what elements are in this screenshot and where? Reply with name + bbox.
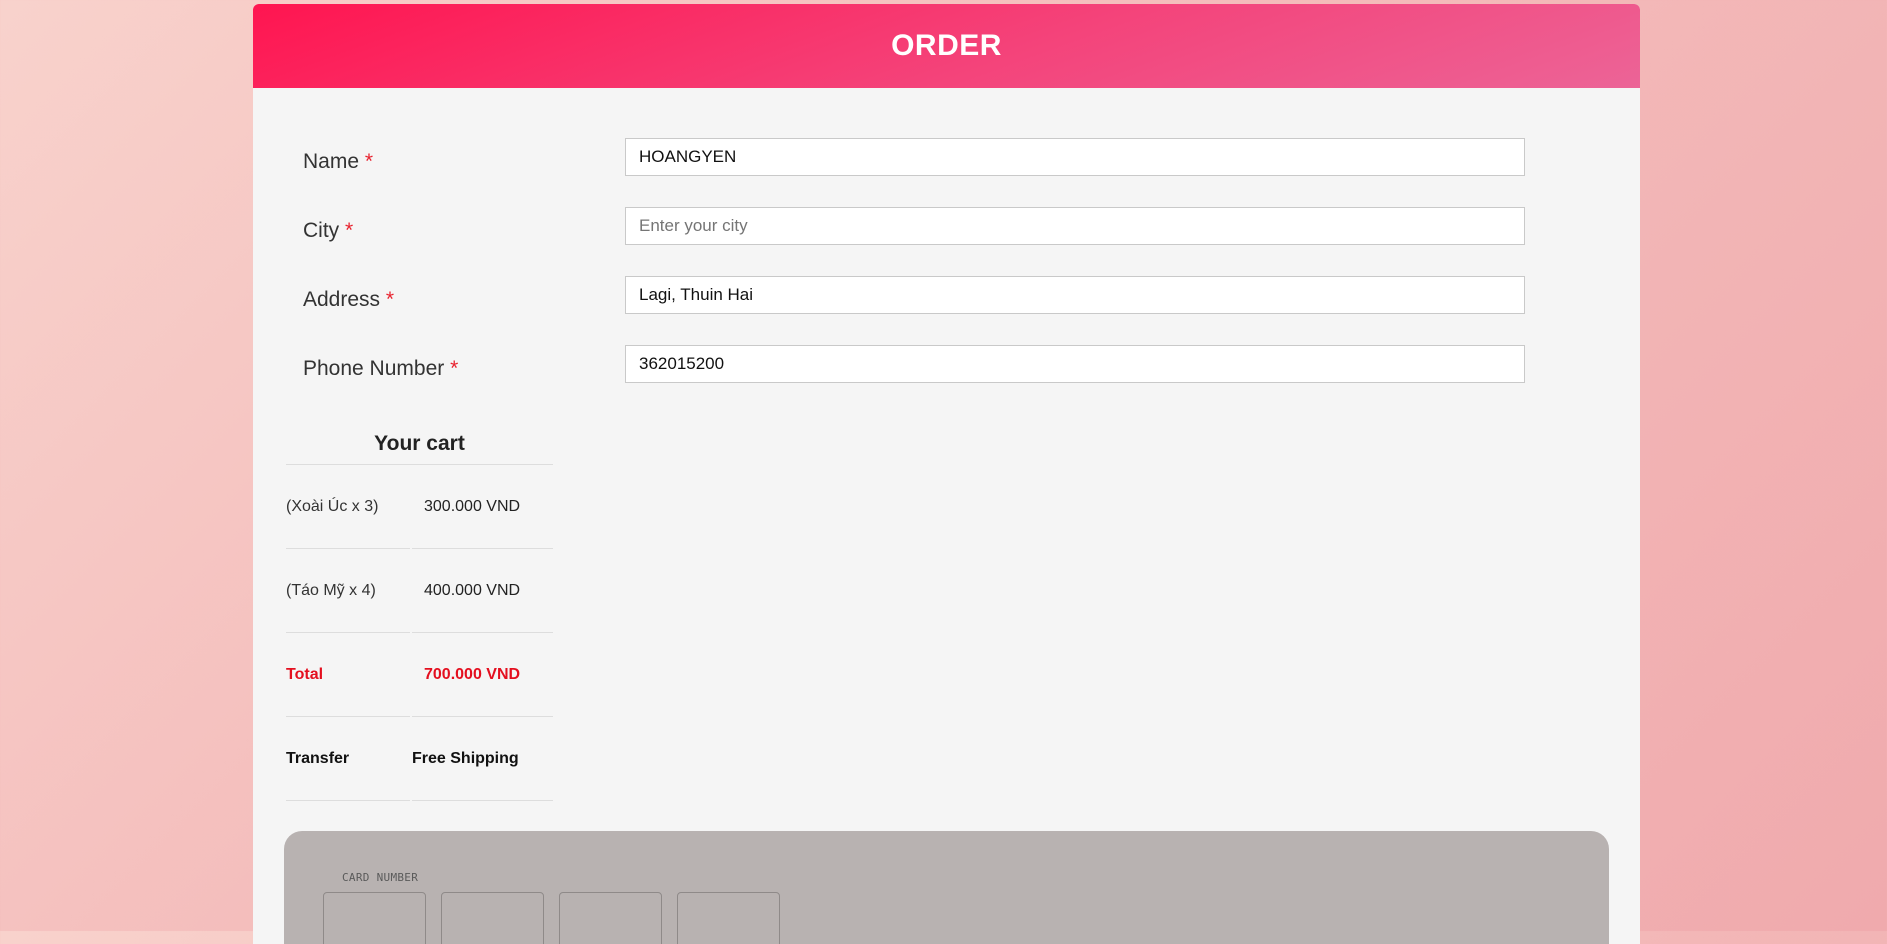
required-mark: * bbox=[364, 150, 374, 173]
city-input[interactable] bbox=[625, 207, 1525, 245]
required-mark: * bbox=[345, 219, 354, 242]
cart-item-row: (Xoài Úc x 3) 300.000 VND bbox=[286, 465, 553, 549]
card-number-field-3[interactable] bbox=[559, 892, 662, 944]
city-row: City * bbox=[253, 207, 1640, 247]
cart-shipping-row: Transfer Free Shipping bbox=[286, 717, 553, 801]
card-number-field-2[interactable] bbox=[441, 892, 544, 944]
cart-total-label: Total bbox=[286, 633, 410, 717]
phone-input[interactable] bbox=[625, 345, 1525, 383]
cart-item-price: 400.000 VND bbox=[412, 549, 553, 633]
card-number-label: CARD NUMBER bbox=[342, 871, 419, 884]
required-mark: * bbox=[450, 357, 459, 380]
address-input[interactable] bbox=[625, 276, 1525, 314]
card-number-field-4[interactable] bbox=[677, 892, 780, 944]
phone-label: Phone Number * bbox=[303, 357, 459, 380]
city-label: City * bbox=[303, 219, 354, 242]
cart-table: Your cart (Xoài Úc x 3) 300.000 VND (Táo… bbox=[286, 424, 553, 801]
cart-item-row: (Táo Mỹ x 4) 400.000 VND bbox=[286, 549, 553, 633]
required-mark: * bbox=[385, 288, 395, 311]
name-label: Name * bbox=[303, 150, 374, 173]
credit-card-form: CARD NUMBER bbox=[284, 831, 1609, 944]
shipping-value: Free Shipping bbox=[412, 717, 553, 801]
page-title: ORDER bbox=[891, 29, 1002, 62]
cart-total-value: 700.000 VND bbox=[412, 633, 553, 717]
cart-total-row: Total 700.000 VND bbox=[286, 633, 553, 717]
name-row: Name * bbox=[253, 138, 1640, 178]
cart-item-name: (Táo Mỹ x 4) bbox=[286, 549, 410, 633]
address-label: Address * bbox=[303, 288, 395, 311]
order-header: ORDER bbox=[253, 4, 1640, 88]
cart-item-price: 300.000 VND bbox=[412, 465, 553, 549]
name-input[interactable] bbox=[625, 138, 1525, 176]
shipping-label: Transfer bbox=[286, 717, 410, 801]
address-row: Address * bbox=[253, 276, 1640, 316]
phone-row: Phone Number * bbox=[253, 345, 1640, 385]
cart-item-name: (Xoài Úc x 3) bbox=[286, 465, 410, 549]
order-panel: ORDER Name * City * Address * Phone Numb… bbox=[253, 4, 1640, 944]
card-number-field-1[interactable] bbox=[323, 892, 426, 944]
cart-title: Your cart bbox=[286, 424, 553, 465]
